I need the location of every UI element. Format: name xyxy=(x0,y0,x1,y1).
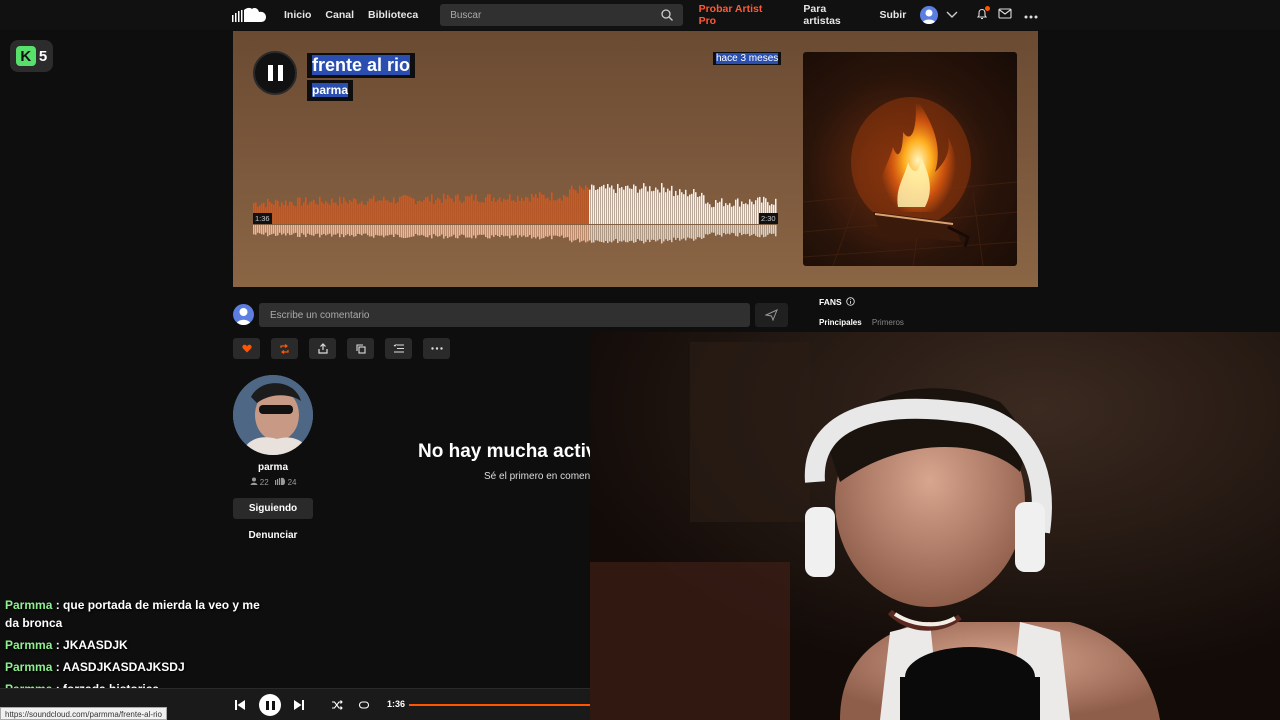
search-icon[interactable] xyxy=(660,9,673,21)
posted-date-text: hace 3 meses xyxy=(716,53,779,64)
fans-tabs: Principales Primeros xyxy=(819,318,904,327)
repost-button[interactable] xyxy=(271,338,298,359)
player-progress-bar[interactable] xyxy=(409,704,590,706)
notifications-icon[interactable] xyxy=(976,5,990,23)
repeat-icon[interactable] xyxy=(358,698,370,716)
nav-home-link[interactable]: Inicio xyxy=(284,9,311,21)
more-options-icon[interactable] xyxy=(1024,8,1038,22)
shuffle-icon[interactable] xyxy=(331,698,343,716)
followers-icon xyxy=(250,477,258,485)
search-box[interactable] xyxy=(440,4,683,26)
kick-logo-icon: K xyxy=(15,46,36,66)
uploader-stats: 22 24 xyxy=(233,477,313,487)
webcam-feed xyxy=(590,332,1280,720)
copy-icon xyxy=(355,343,366,354)
uploader-name[interactable]: parma xyxy=(233,462,313,473)
chat-message: Parmma : que portada de mierda la veo y … xyxy=(5,596,275,632)
search-input[interactable] xyxy=(450,9,641,21)
followers-count: 22 xyxy=(259,478,269,487)
for-artists-link[interactable]: Para artistas xyxy=(803,3,865,27)
track-artist-box: parma xyxy=(307,80,354,101)
messages-icon[interactable] xyxy=(998,8,1012,22)
top-navigation: Inicio Canal Biblioteca Probar Artist Pr… xyxy=(0,0,1280,30)
chat-message: Parmma : JKAASDJK xyxy=(5,636,275,654)
info-icon[interactable] xyxy=(846,297,855,306)
chat-username: Parmma xyxy=(5,598,53,612)
previous-track-icon[interactable] xyxy=(234,698,246,716)
chat-username: Parmma xyxy=(5,638,53,652)
player-pause-button[interactable] xyxy=(259,694,281,716)
soundcloud-logo-icon[interactable] xyxy=(232,7,266,23)
playlist-icon xyxy=(393,344,404,353)
pause-icon-bar xyxy=(277,65,283,81)
fans-heading-text: FANS xyxy=(819,297,842,307)
notification-dot xyxy=(985,5,990,11)
comment-input[interactable] xyxy=(259,303,750,327)
tab-top-fans[interactable]: Principales xyxy=(819,318,862,327)
chat-text: : AASDJKASDAJKSDJ xyxy=(52,660,185,674)
repost-icon xyxy=(280,343,289,354)
tracks-count: 24 xyxy=(287,478,297,487)
uploader-avatar[interactable] xyxy=(233,375,313,455)
following-button[interactable]: Siguiendo xyxy=(233,498,313,519)
stream-chat: Parmma : que portada de mierda la veo y … xyxy=(5,596,275,702)
track-artist[interactable]: parma xyxy=(312,83,349,97)
chevron-down-icon[interactable] xyxy=(946,8,958,22)
track-hero: frente al rio parma hace 3 meses 1:36 2:… xyxy=(233,31,1038,287)
pause-icon xyxy=(265,700,269,710)
viewer-count: 5 xyxy=(38,47,48,65)
share-button[interactable] xyxy=(309,338,336,359)
cover-art[interactable] xyxy=(803,52,1017,266)
track-title-box: frente al rio xyxy=(307,53,416,78)
like-button[interactable] xyxy=(233,338,260,359)
user-avatar[interactable] xyxy=(920,6,938,24)
more-icon xyxy=(430,347,443,350)
tab-first-fans[interactable]: Primeros xyxy=(872,318,904,327)
send-comment-button[interactable] xyxy=(755,303,788,327)
nav-library-link[interactable]: Biblioteca xyxy=(368,9,418,21)
track-actions xyxy=(233,338,450,359)
track-title[interactable]: frente al rio xyxy=(312,55,411,75)
fans-heading: FANS xyxy=(819,297,855,307)
chat-username: Parmma xyxy=(5,660,53,674)
total-duration: 2:30 xyxy=(759,213,778,224)
comment-avatar xyxy=(233,304,254,325)
pause-button[interactable] xyxy=(253,51,297,95)
status-url-tooltip: https://soundcloud.com/parmma/frente-al-… xyxy=(0,707,167,720)
empty-comments-subtitle: Sé el primero en coment xyxy=(484,471,593,482)
add-to-playlist-button[interactable] xyxy=(385,338,412,359)
player-progress-fill xyxy=(409,704,590,706)
nav-feed-link[interactable]: Canal xyxy=(325,9,354,21)
copy-link-button[interactable] xyxy=(347,338,374,359)
report-button[interactable]: Denunciar xyxy=(233,530,313,541)
posted-date: hace 3 meses xyxy=(713,52,782,65)
send-icon xyxy=(765,309,778,321)
empty-comments-title: No hay mucha activ xyxy=(418,441,597,462)
upload-link[interactable]: Subir xyxy=(879,9,906,21)
waveform[interactable] xyxy=(253,176,777,246)
try-artist-pro-link[interactable]: Probar Artist Pro xyxy=(699,3,782,27)
kick-badge: K 5 xyxy=(10,40,53,72)
player-elapsed-time: 1:36 xyxy=(387,699,406,709)
screen: Inicio Canal Biblioteca Probar Artist Pr… xyxy=(0,0,1280,720)
elapsed-time: 1:36 xyxy=(253,213,272,224)
share-icon xyxy=(317,343,328,354)
tracks-icon xyxy=(275,477,286,485)
chat-message: Parmma : AASDJKASDAJKSDJ xyxy=(5,658,275,676)
heart-icon xyxy=(241,344,252,353)
more-actions-button[interactable] xyxy=(423,338,450,359)
chat-text: : JKAASDJK xyxy=(52,638,128,652)
pause-icon xyxy=(267,65,273,81)
next-track-icon[interactable] xyxy=(293,698,305,716)
